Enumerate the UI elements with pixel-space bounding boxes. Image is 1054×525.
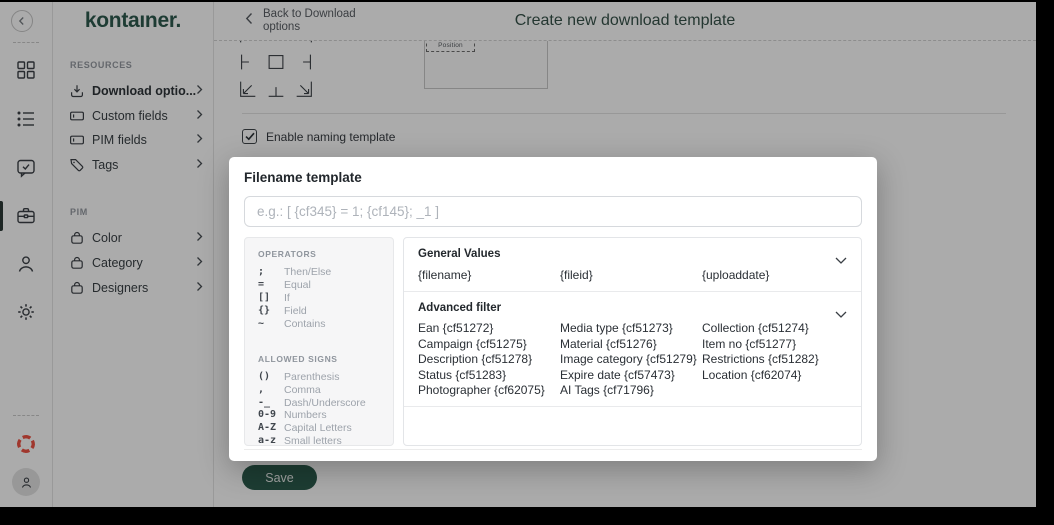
sign-desc: Capital Letters: [284, 422, 352, 435]
chevron-down-icon[interactable]: [835, 305, 847, 318]
operator-row: [] If: [258, 292, 385, 305]
sign-desc: Small letters: [284, 435, 342, 448]
advanced-filter-token[interactable]: Restrictions {cf51282}: [702, 353, 844, 365]
advanced-filter-token[interactable]: AI Tags {cf71796}: [560, 384, 702, 396]
sign-desc: Comma: [284, 383, 321, 396]
operators-panel: OPERATORS ; Then/Else = Equal [] If {} Field…: [244, 237, 394, 449]
allowed-sign-row: A-Z Capital Letters: [258, 422, 385, 435]
operators-heading: OPERATORS: [258, 249, 317, 259]
allowed-sign-row: () Parenthesis: [258, 371, 385, 384]
advanced-filter-token[interactable]: Image category {cf51279}: [560, 353, 702, 365]
allowed-sign-row: a-z Small letters: [258, 435, 385, 448]
sign-desc: Parenthesis: [284, 370, 340, 383]
letterbox-right: [1036, 0, 1054, 525]
app-root: kontaıner. RESOURCES Download optio... C…: [0, 0, 1054, 525]
general-value-token[interactable]: {uploaddate}: [702, 268, 844, 282]
advanced-filter-token[interactable]: Campaign {cf51275}: [418, 338, 560, 350]
operator-row: = Equal: [258, 279, 385, 292]
advanced-filter-token[interactable]: Expire date {cf57473}: [560, 369, 702, 381]
allowed-sign-row: 0-9 Numbers: [258, 409, 385, 422]
general-value-token[interactable]: {fileid}: [560, 268, 702, 282]
advanced-filter-heading: Advanced filter: [418, 302, 502, 314]
modal-body: OPERATORS ; Then/Else = Equal [] If {} Field…: [244, 237, 862, 449]
advanced-filter-token[interactable]: Collection {cf51274}: [702, 322, 844, 334]
operator-symbol: ~: [258, 317, 265, 329]
advanced-filter-grid: Ean {cf51272} Media type {cf51273} Colle…: [418, 322, 847, 396]
filename-template-modal: Filename template OPERATORS ; Then/Else =…: [229, 157, 877, 461]
filename-template-input[interactable]: [244, 196, 862, 227]
advanced-filter-token[interactable]: Ean {cf51272}: [418, 322, 560, 334]
operator-symbol: []: [258, 291, 271, 303]
allowed-signs-list: () Parenthesis , Comma -_ Dash/Underscore 0…: [258, 371, 385, 449]
allowed-sign-row: -_ Dash/Underscore: [258, 397, 385, 410]
general-values-section: General Values {filename} {fileid} {uplo…: [404, 238, 861, 291]
operator-row: ~ Contains: [258, 318, 385, 331]
sign-desc: Dash/Underscore: [284, 396, 366, 409]
letterbox-top: [0, 0, 1054, 2]
operator-desc: Field: [284, 304, 307, 317]
sign-symbol: a-z: [258, 435, 277, 447]
general-value-token[interactable]: {filename}: [418, 268, 560, 282]
sign-symbol: A-Z: [258, 422, 277, 434]
general-values-heading: General Values: [418, 248, 501, 260]
advanced-filter-token[interactable]: Description {cf51278}: [418, 353, 560, 365]
sign-symbol: 0-9: [258, 409, 277, 421]
operator-symbol: ;: [258, 266, 265, 277]
sign-symbol: (): [258, 370, 271, 382]
operator-desc: Equal: [284, 278, 311, 291]
allowed-sign-row: , Comma: [258, 384, 385, 397]
sign-desc: Numbers: [284, 409, 327, 422]
sign-symbol: ,: [258, 383, 265, 395]
advanced-filter-section: Advanced filter Ean {cf51272} Media type…: [404, 291, 861, 408]
operators-list: ; Then/Else = Equal [] If {} Field ~ Contains: [258, 266, 385, 331]
advanced-filter-token[interactable]: Item no {cf51277}: [702, 338, 844, 350]
operator-desc: Then/Else: [284, 266, 332, 278]
operator-row: {} Field: [258, 305, 385, 318]
operator-row: ; Then/Else: [258, 266, 385, 279]
fields-panel: General Values {filename} {fileid} {uplo…: [403, 237, 862, 446]
modal-footer-divider: [244, 449, 862, 450]
modal-title: Filename template: [244, 170, 362, 185]
advanced-filter-token[interactable]: Material {cf51276}: [560, 338, 702, 350]
operator-symbol: =: [258, 278, 265, 290]
chevron-down-icon[interactable]: [835, 251, 847, 264]
advanced-filter-token[interactable]: Status {cf51283}: [418, 369, 560, 381]
operator-desc: If: [284, 291, 290, 304]
letterbox-bottom: [0, 507, 1054, 525]
allowed-signs-heading: ALLOWED SIGNS: [258, 353, 338, 364]
operator-desc: Contains: [284, 317, 326, 330]
advanced-filter-token[interactable]: Media type {cf51273}: [560, 322, 702, 334]
sign-symbol: -_: [258, 396, 271, 408]
advanced-filter-token[interactable]: Location {cf62074}: [702, 369, 844, 381]
operator-symbol: {}: [258, 304, 271, 316]
advanced-filter-token[interactable]: Photographer {cf62075}: [418, 384, 560, 396]
